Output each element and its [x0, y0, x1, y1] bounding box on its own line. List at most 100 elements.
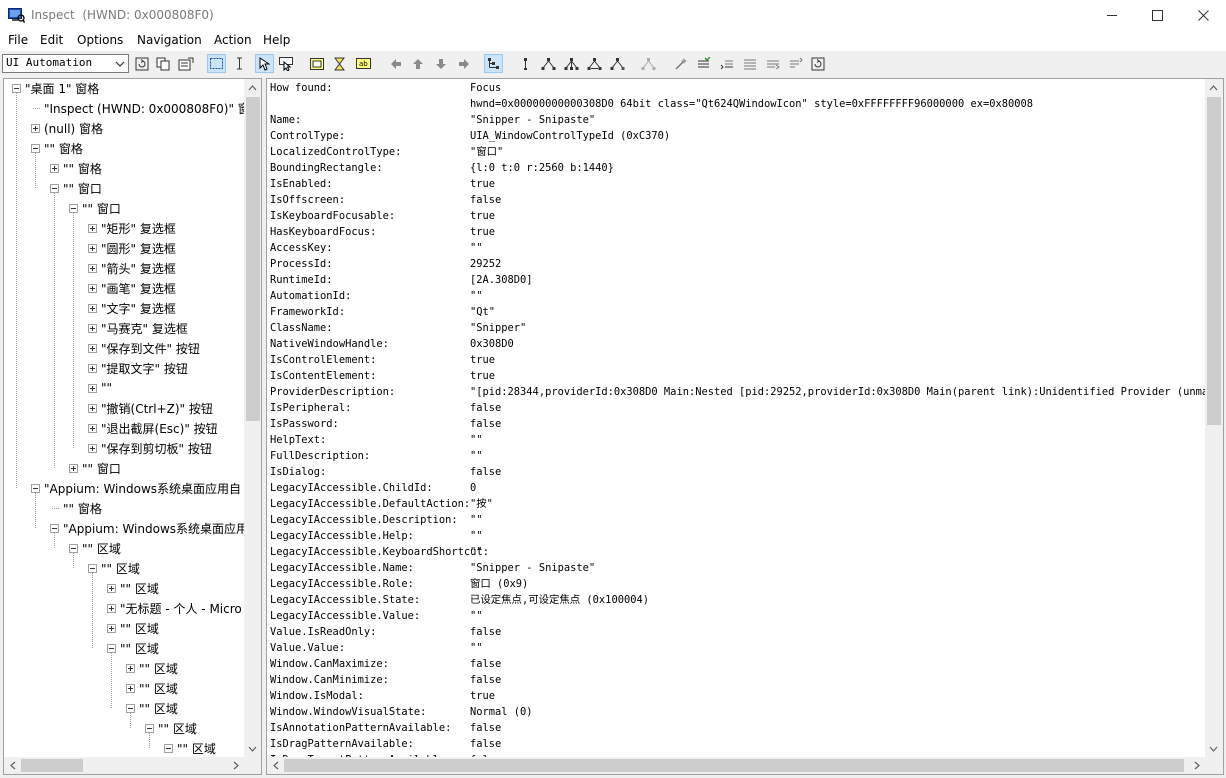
navigate-last-child-button[interactable] — [608, 54, 627, 73]
tree-horizontal-scrollbar[interactable] — [4, 757, 244, 774]
properties-vertical-scrollbar[interactable] — [1205, 79, 1223, 757]
tree-item[interactable]: "" 窗口 — [69, 458, 121, 478]
expand-icon[interactable] — [88, 443, 97, 453]
tree-item[interactable]: "" 区域 — [69, 538, 121, 558]
expand-icon[interactable] — [88, 283, 97, 293]
tree-item[interactable]: "" 区域 — [107, 618, 159, 638]
scroll-left-button[interactable] — [267, 757, 284, 774]
tree-item[interactable]: "" 区域 — [145, 718, 197, 738]
refresh-element-button[interactable] — [808, 54, 827, 73]
properties-button[interactable] — [176, 54, 195, 73]
tree-item[interactable]: "Appium: Windows系统桌面应用自 — [31, 478, 241, 498]
close-button[interactable] — [1180, 0, 1226, 31]
tree-item[interactable]: "" 窗格 — [31, 138, 83, 158]
scroll-right-button[interactable] — [227, 757, 244, 774]
minimize-button[interactable] — [1089, 0, 1135, 31]
show-tree-button[interactable] — [484, 54, 503, 73]
tree-vertical-scrollbar[interactable] — [244, 79, 261, 757]
tree-item[interactable]: (null) 窗格 — [31, 118, 103, 138]
expand-collapse-button[interactable] — [330, 54, 349, 73]
collapse-icon[interactable] — [69, 203, 78, 213]
navigate-root-button[interactable] — [639, 54, 658, 73]
expand-icon[interactable] — [88, 423, 97, 433]
tree-item[interactable]: "矩形" 复选框 — [88, 218, 176, 238]
action-scroll-button[interactable] — [786, 54, 805, 73]
scroll-down-button[interactable] — [244, 740, 261, 757]
collapse-icon[interactable] — [31, 483, 40, 493]
properties-horizontal-scrollbar[interactable] — [267, 757, 1205, 774]
expand-icon[interactable] — [107, 583, 116, 593]
tree-item[interactable]: "Inspect (HWND: 0x000808F0)" 窗 — [31, 98, 244, 118]
tree-item[interactable]: "" 窗口 — [50, 178, 102, 198]
scroll-up-button[interactable] — [1205, 79, 1222, 96]
navigate-first-child-button[interactable] — [539, 54, 558, 73]
tree-item[interactable]: "" 区域 — [126, 698, 178, 718]
scroll-left-button[interactable] — [4, 757, 21, 774]
action-collapse-button[interactable] — [763, 54, 782, 73]
refresh-button[interactable] — [132, 54, 151, 73]
watch-cursor-button[interactable] — [255, 54, 274, 73]
hover-tooltip-button[interactable] — [277, 54, 296, 73]
tree-item[interactable]: "" 区域 — [88, 558, 140, 578]
tree-item[interactable]: "Appium: Windows系统桌面应用 — [50, 518, 244, 538]
action-select-button[interactable] — [717, 54, 736, 73]
collapse-icon[interactable] — [50, 183, 59, 193]
expand-icon[interactable] — [126, 663, 135, 673]
tree-item[interactable]: "画笔" 复选框 — [88, 278, 176, 298]
scroll-up-button[interactable] — [244, 79, 261, 96]
tree-item[interactable]: "箭头" 复选框 — [88, 258, 176, 278]
tree-item[interactable]: "保存到文件" 按钮 — [88, 338, 200, 358]
expand-icon[interactable] — [88, 363, 97, 373]
expand-icon[interactable] — [107, 623, 116, 633]
expand-icon[interactable] — [88, 403, 97, 413]
properties-list[interactable]: How found: Focus hwnd=0x00000000000308D0 6… — [267, 79, 1205, 757]
expand-icon[interactable] — [126, 683, 135, 693]
tree-horizontal-scroll-thumb[interactable] — [21, 759, 83, 772]
tree-item[interactable]: "" 窗格 — [50, 498, 102, 518]
watch-caret-button[interactable] — [230, 54, 249, 73]
tree-item[interactable]: "" 窗口 — [69, 198, 121, 218]
collapse-icon[interactable] — [31, 143, 40, 153]
element-tree[interactable]: "桌面 1" 窗格 "Inspect (HWND: 0x000808F0)" 窗 (… — [4, 79, 244, 757]
expand-icon[interactable] — [88, 323, 97, 333]
menu-file[interactable]: File — [8, 33, 28, 47]
action-expand-button[interactable] — [740, 54, 759, 73]
menu-options[interactable]: Options — [77, 33, 123, 47]
tree-item[interactable]: "" 区域 — [107, 578, 159, 598]
expand-icon[interactable] — [88, 383, 97, 393]
back-button[interactable] — [386, 54, 405, 73]
collapse-icon[interactable] — [50, 523, 59, 533]
tree-vertical-scroll-thumb[interactable] — [246, 97, 260, 421]
scroll-down-button[interactable] — [1205, 740, 1222, 757]
collapse-icon[interactable] — [145, 723, 154, 733]
tree-item[interactable]: "" 区域 — [126, 678, 178, 698]
copy-button[interactable] — [153, 54, 172, 73]
expand-icon[interactable] — [88, 263, 97, 273]
action-toggle-button[interactable] — [694, 54, 713, 73]
properties-horizontal-scroll-thumb[interactable] — [284, 759, 1184, 772]
collapse-icon[interactable] — [164, 743, 173, 753]
tree-item[interactable]: "桌面 1" 窗格 — [12, 79, 99, 98]
menu-navigation[interactable]: Navigation — [137, 33, 202, 47]
expand-icon[interactable] — [88, 303, 97, 313]
menu-action[interactable]: Action — [214, 33, 252, 47]
navigate-parent-button[interactable] — [516, 54, 535, 73]
tree-item[interactable]: "马赛克" 复选框 — [88, 318, 188, 338]
expand-icon[interactable] — [107, 603, 116, 613]
menu-edit[interactable]: Edit — [40, 33, 63, 47]
tree-item[interactable]: "提取文字" 按钮 — [88, 358, 188, 378]
forward-button[interactable] — [454, 54, 473, 73]
collapse-icon[interactable] — [107, 643, 116, 653]
tree-item[interactable]: "圆形" 复选框 — [88, 238, 176, 258]
highlight-rectangle-button[interactable] — [307, 54, 326, 73]
tree-item[interactable]: "保存到剪切板" 按钮 — [88, 438, 212, 458]
tree-item[interactable]: "无标题 - 个人 - Micro — [107, 598, 242, 618]
maximize-button[interactable] — [1134, 0, 1180, 31]
tree-item[interactable]: "" 窗格 — [50, 158, 102, 178]
expand-icon[interactable] — [50, 163, 59, 173]
expand-icon[interactable] — [88, 243, 97, 253]
tree-item[interactable]: "退出截屏(Esc)" 按钮 — [88, 418, 218, 438]
properties-vertical-scroll-thumb[interactable] — [1207, 97, 1221, 425]
mode-select[interactable]: UI Automation — [2, 54, 129, 73]
tree-item[interactable]: "" 区域 — [164, 738, 216, 757]
